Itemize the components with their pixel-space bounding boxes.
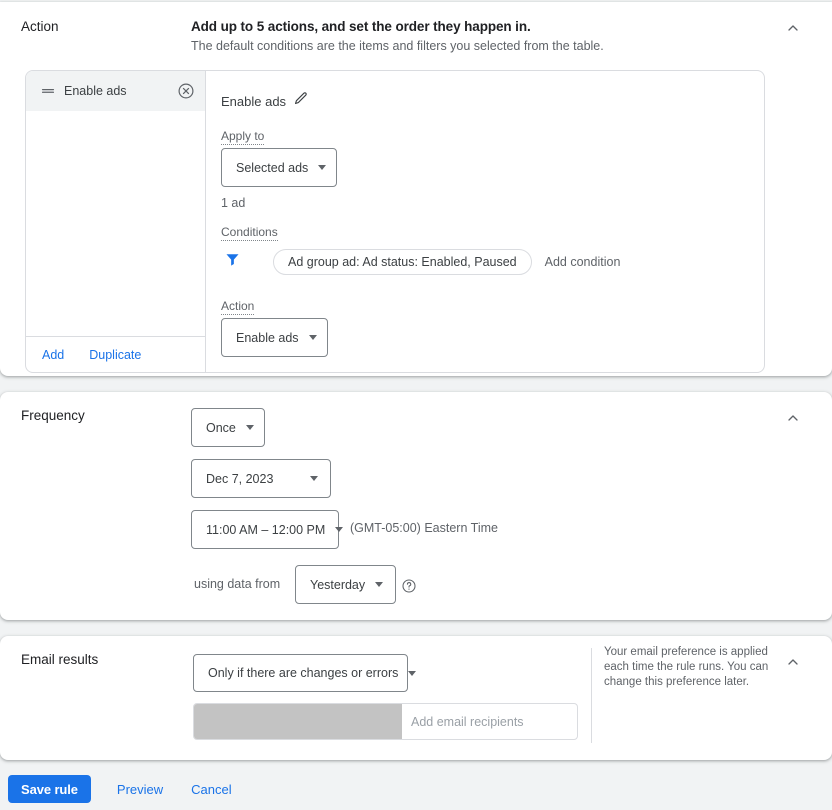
add-action-link[interactable]: Add (42, 348, 64, 362)
save-rule-button[interactable]: Save rule (8, 775, 91, 803)
email-section-label: Email results (21, 652, 98, 667)
filter-icon[interactable] (224, 251, 241, 273)
preview-link[interactable]: Preview (117, 782, 163, 797)
action-collapse-toggle[interactable] (779, 14, 807, 42)
chevron-down-icon (318, 165, 326, 170)
rule-editor-page: Action Add up to 5 actions, and set the … (0, 0, 832, 810)
action-section-card: Action Add up to 5 actions, and set the … (0, 2, 832, 376)
frequency-lookback-value: Yesterday (310, 578, 365, 592)
cancel-link[interactable]: Cancel (191, 782, 231, 797)
action-detail-pane: Enable ads Apply to Selected ads 1 ad Co… (206, 71, 764, 372)
action-section-title: Add up to 5 actions, and set the order t… (191, 19, 531, 34)
chevron-down-icon (310, 476, 318, 481)
email-section-divider (591, 648, 592, 743)
chevron-up-icon (785, 20, 801, 36)
email-help-text: Your email preference is applied each ti… (604, 645, 769, 690)
chevron-down-icon (375, 582, 383, 587)
using-data-from-label: using data from (194, 577, 280, 591)
help-circle-icon[interactable] (401, 578, 417, 594)
circle-close-icon[interactable] (177, 82, 195, 100)
frequency-repeat-select[interactable]: Once (191, 408, 265, 447)
frequency-time-value: 11:00 AM – 12:00 PM (206, 523, 325, 537)
conditions-row: Ad group ad: Ad status: Enabled, Paused … (224, 249, 620, 275)
apply-to-select[interactable]: Selected ads (221, 148, 337, 187)
chevron-down-icon (408, 671, 416, 676)
apply-to-label[interactable]: Apply to (221, 129, 264, 145)
frequency-lookback-select[interactable]: Yesterday (295, 565, 396, 604)
frequency-repeat-value: Once (206, 421, 236, 435)
action-section-subtitle: The default conditions are the items and… (191, 39, 604, 53)
action-type-select[interactable]: Enable ads (221, 318, 328, 357)
email-recipients-placeholder: Add email recipients (402, 715, 524, 729)
chevron-up-icon (785, 654, 801, 670)
action-list-pane: Enable ads Add Duplicate (26, 71, 206, 372)
email-preference-select[interactable]: Only if there are changes or errors (193, 654, 408, 692)
email-recipients-input[interactable]: Add email recipients (193, 703, 578, 740)
ad-count-text: 1 ad (221, 196, 245, 210)
add-condition-link[interactable]: Add condition (545, 255, 621, 269)
action-detail-title: Enable ads (221, 94, 286, 109)
conditions-label[interactable]: Conditions (221, 225, 278, 241)
action-list-item[interactable]: Enable ads (26, 71, 205, 111)
chevron-down-icon (335, 527, 343, 532)
chevron-down-icon (246, 425, 254, 430)
apply-to-select-value: Selected ads (236, 161, 308, 175)
action-list-item-label: Enable ads (58, 84, 177, 98)
footer-action-bar: Save rule Preview Cancel (0, 768, 832, 810)
action-list-footer: Add Duplicate (26, 336, 205, 372)
redacted-recipient-block (194, 704, 402, 739)
action-editor-panel: Enable ads Add Duplicate (25, 70, 765, 373)
duplicate-action-link[interactable]: Duplicate (89, 348, 141, 362)
chevron-down-icon (309, 335, 317, 340)
frequency-time-select[interactable]: 11:00 AM – 12:00 PM (191, 510, 339, 549)
frequency-date-value: Dec 7, 2023 (206, 472, 273, 486)
pencil-icon[interactable] (293, 91, 308, 111)
email-preference-value: Only if there are changes or errors (208, 666, 398, 680)
frequency-section-label: Frequency (21, 408, 85, 423)
action-section-label: Action (21, 19, 59, 34)
frequency-date-select[interactable]: Dec 7, 2023 (191, 459, 331, 498)
chevron-up-icon (785, 410, 801, 426)
email-collapse-toggle[interactable] (779, 648, 807, 676)
frequency-collapse-toggle[interactable] (779, 404, 807, 432)
action-detail-title-row: Enable ads (221, 91, 308, 111)
condition-chip[interactable]: Ad group ad: Ad status: Enabled, Paused (273, 249, 532, 275)
action-subsection-label[interactable]: Action (221, 299, 254, 315)
drag-handle-icon[interactable] (40, 83, 58, 99)
timezone-text: (GMT-05:00) Eastern Time (350, 521, 498, 535)
action-type-select-value: Enable ads (236, 331, 299, 345)
